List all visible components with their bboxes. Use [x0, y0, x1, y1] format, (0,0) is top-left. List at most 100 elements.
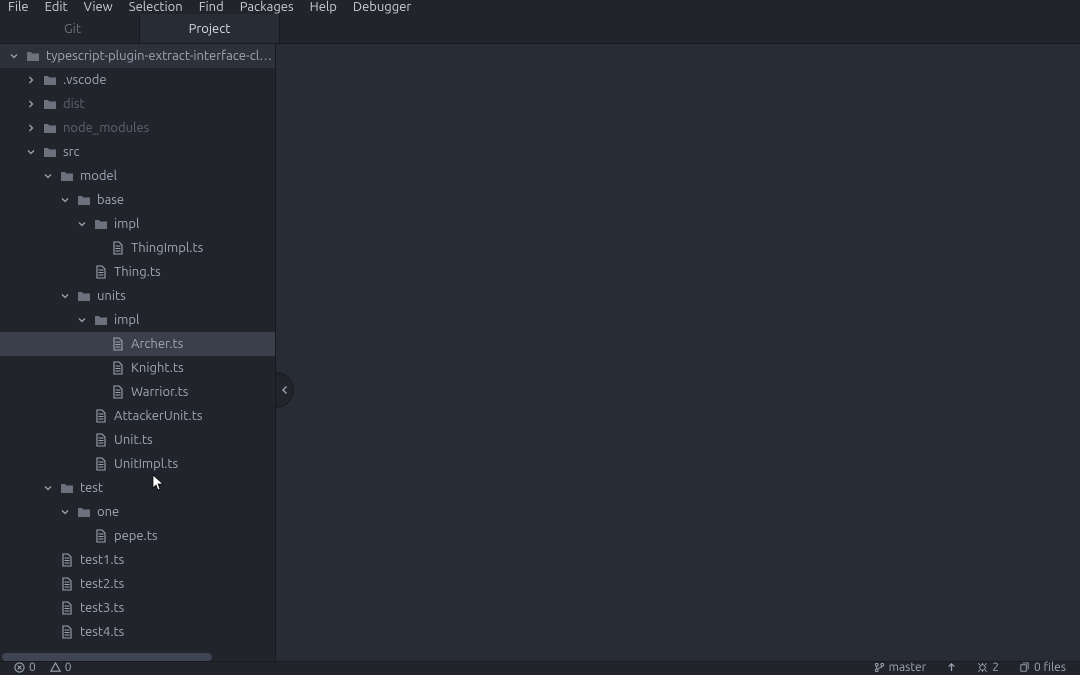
tree-item-label: Thing.ts — [114, 265, 161, 279]
chevron-right-icon[interactable] — [25, 74, 37, 86]
tree-item-label: UnitImpl.ts — [114, 457, 178, 471]
tree-file[interactable]: Archer.ts — [0, 332, 275, 356]
tree-folder[interactable]: base — [0, 188, 275, 212]
tree-item-label: typescript-plugin-extract-interface-clie… — [46, 49, 275, 63]
tree-folder[interactable]: typescript-plugin-extract-interface-clie… — [0, 44, 275, 68]
chevron-down-icon[interactable] — [76, 218, 88, 230]
chevron-down-icon[interactable] — [76, 314, 88, 326]
tree-item-label: ThingImpl.ts — [131, 241, 203, 255]
tree-item-label: one — [97, 505, 119, 519]
tree-folder[interactable]: src — [0, 140, 275, 164]
chevron-right-icon[interactable] — [25, 98, 37, 110]
tree-folder[interactable]: model — [0, 164, 275, 188]
tree-file[interactable]: UnitImpl.ts — [0, 452, 275, 476]
tree-folder[interactable]: .vscode — [0, 68, 275, 92]
menu-find[interactable]: Find — [199, 0, 224, 14]
branch-icon — [874, 662, 885, 673]
file-icon — [94, 409, 108, 423]
tab-git[interactable]: Git — [0, 14, 140, 43]
tree-item-label: AttackerUnit.ts — [114, 409, 203, 423]
status-push[interactable] — [946, 662, 957, 673]
chevron-down-icon[interactable] — [8, 50, 20, 62]
tree-item-label: pepe.ts — [114, 529, 158, 543]
tree-file[interactable]: test3.ts — [0, 596, 275, 620]
tabs-row: Git Project — [0, 14, 1080, 44]
menubar: File Edit View Selection Find Packages Help Deb… — [0, 0, 1080, 14]
tree-item-label: dist — [63, 97, 85, 111]
editor-pane[interactable] — [276, 44, 1080, 661]
tree-file[interactable]: AttackerUnit.ts — [0, 404, 275, 428]
tree-folder[interactable]: dist — [0, 92, 275, 116]
tree-folder[interactable]: node_modules — [0, 116, 275, 140]
menu-file[interactable]: File — [8, 0, 29, 14]
tree-item-label: base — [97, 193, 124, 207]
file-icon — [94, 529, 108, 543]
tree-item-label: test2.ts — [80, 577, 124, 591]
status-warnings[interactable]: 0 — [50, 662, 72, 673]
file-icon — [60, 577, 74, 591]
arrow-up-icon — [946, 662, 957, 673]
tree-file[interactable]: Thing.ts — [0, 260, 275, 284]
tree-item-label: model — [80, 169, 117, 183]
folder-icon — [94, 217, 108, 231]
folder-icon — [43, 73, 57, 87]
tree-item-label: Unit.ts — [114, 433, 153, 447]
tree-file[interactable]: ThingImpl.ts — [0, 236, 275, 260]
error-icon — [14, 662, 25, 673]
tab-project[interactable]: Project — [140, 14, 280, 43]
menu-edit[interactable]: Edit — [45, 0, 68, 14]
status-branch[interactable]: master — [874, 662, 927, 673]
bug-icon — [977, 662, 988, 673]
file-icon — [60, 601, 74, 615]
folder-icon — [60, 169, 74, 183]
tree-item-label: test1.ts — [80, 553, 124, 567]
folder-icon — [77, 193, 91, 207]
menu-view[interactable]: View — [84, 0, 113, 14]
tree-folder[interactable]: units — [0, 284, 275, 308]
tree-item-label: node_modules — [63, 121, 149, 135]
file-icon — [94, 265, 108, 279]
file-icon — [60, 553, 74, 567]
tree-file[interactable]: test4.ts — [0, 620, 275, 644]
files-icon — [1019, 662, 1030, 673]
tree-folder[interactable]: one — [0, 500, 275, 524]
folder-icon — [26, 49, 40, 63]
status-files[interactable]: 0 files — [1019, 662, 1066, 673]
tree-file[interactable]: test1.ts — [0, 548, 275, 572]
file-tree-sidebar[interactable]: typescript-plugin-extract-interface-clie… — [0, 44, 276, 661]
status-errors[interactable]: 0 — [14, 662, 36, 673]
chevron-down-icon[interactable] — [42, 170, 54, 182]
chevron-down-icon[interactable] — [42, 482, 54, 494]
tree-item-label: test — [80, 481, 103, 495]
tree-file[interactable]: Warrior.ts — [0, 380, 275, 404]
tree-item-label: .vscode — [63, 73, 107, 87]
folder-icon — [43, 145, 57, 159]
chevron-right-icon[interactable] — [25, 122, 37, 134]
tab-project-label: Project — [189, 22, 231, 36]
menu-debugger[interactable]: Debugger — [353, 0, 411, 14]
status-linter[interactable]: 2 — [977, 662, 999, 673]
tree-item-label: impl — [114, 313, 139, 327]
tree-folder[interactable]: test — [0, 476, 275, 500]
menu-help[interactable]: Help — [310, 0, 337, 14]
chevron-down-icon[interactable] — [59, 290, 71, 302]
tree-file[interactable]: pepe.ts — [0, 524, 275, 548]
sidebar-horizontal-scrollbar[interactable] — [2, 653, 212, 661]
tree-folder[interactable]: impl — [0, 308, 275, 332]
menu-selection[interactable]: Selection — [129, 0, 183, 14]
folder-icon — [43, 121, 57, 135]
tree-file[interactable]: Unit.ts — [0, 428, 275, 452]
folder-icon — [77, 505, 91, 519]
chevron-down-icon[interactable] — [59, 194, 71, 206]
chevron-down-icon[interactable] — [25, 146, 37, 158]
tree-item-label: impl — [114, 217, 139, 231]
statusbar: 0 0 master 2 0 files — [0, 661, 1080, 675]
chevron-down-icon[interactable] — [59, 506, 71, 518]
menu-packages[interactable]: Packages — [240, 0, 294, 14]
tree-item-label: Knight.ts — [131, 361, 184, 375]
tree-item-label: test3.ts — [80, 601, 124, 615]
file-icon — [94, 457, 108, 471]
tree-file[interactable]: Knight.ts — [0, 356, 275, 380]
tree-file[interactable]: test2.ts — [0, 572, 275, 596]
tree-folder[interactable]: impl — [0, 212, 275, 236]
